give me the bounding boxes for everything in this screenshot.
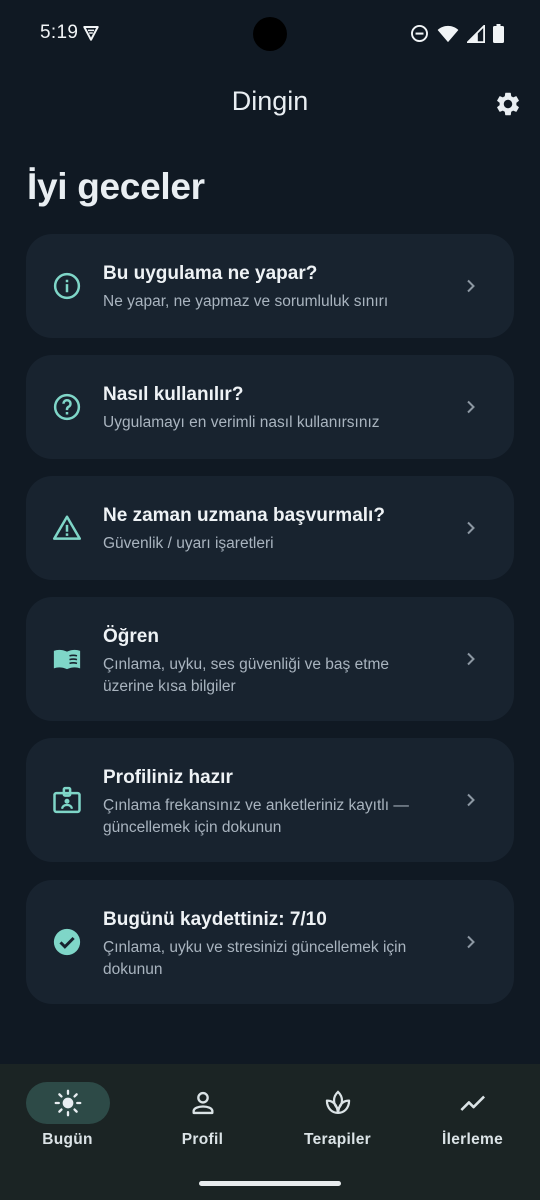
- nav-active-indicator: [26, 1082, 110, 1124]
- battery-icon: [493, 24, 504, 43]
- card-title: Öğren: [103, 626, 159, 647]
- card-subtitle: Çınlama, uyku ve stresinizi güncellemek …: [103, 939, 407, 978]
- card-subtitle: Güvenlik / uyarı işaretleri: [103, 535, 274, 552]
- greeting-heading: İyi geceler: [27, 166, 205, 207]
- spa-icon: [325, 1090, 351, 1115]
- book-icon: [52, 644, 82, 674]
- warning-icon: [52, 513, 82, 543]
- card-subtitle: Ne yapar, ne yapmaz ve sorumluluk sınırı: [103, 293, 389, 310]
- person-icon: [192, 1091, 214, 1115]
- info-icon: [52, 271, 82, 301]
- card-subtitle: Uygulamayı en verimli nasıl kullanırsını…: [103, 414, 380, 431]
- check-circle-icon: [52, 927, 82, 957]
- chevron-right-icon: [467, 652, 475, 666]
- chevron-right-icon: [467, 793, 475, 807]
- do-not-disturb-icon: [411, 25, 428, 42]
- status-time: 5:19: [40, 22, 79, 43]
- nav-label: Profil: [181, 1131, 224, 1148]
- cell-signal-icon: [467, 24, 485, 43]
- card-profile-ready[interactable]: Profiliniz hazır Çınlama frekansınız ve …: [26, 738, 514, 862]
- card-subtitle: Çınlama frekansınız ve anketleriniz kayı…: [103, 797, 409, 836]
- vpn-key-icon: [83, 26, 99, 41]
- screen: 5:19 Dingin İyi geceler Bu uygulama ne y…: [0, 0, 540, 1200]
- help-icon: [52, 392, 82, 422]
- nav-item-today[interactable]: Bugün: [0, 1064, 135, 1164]
- gear-icon[interactable]: [494, 90, 522, 118]
- nav-icon-container: [161, 1082, 245, 1124]
- wifi-icon: [437, 25, 459, 42]
- id-badge-icon: [52, 785, 82, 815]
- nav-label: Terapiler: [303, 1131, 372, 1148]
- card-subtitle: Çınlama, uyku, ses güvenliği ve baş etme…: [103, 656, 390, 695]
- app-title: Dingin: [231, 86, 309, 116]
- front-camera: [253, 17, 287, 51]
- nav-icon-container: [431, 1082, 515, 1124]
- chevron-right-icon: [467, 400, 475, 414]
- status-icons: [410, 24, 504, 43]
- sun-icon: [54, 1089, 82, 1117]
- nav-item-therapies[interactable]: Terapiler: [270, 1064, 405, 1164]
- card-title: Ne zaman uzmana başvurmalı?: [103, 505, 385, 526]
- card-title: Bugünü kaydettiniz: 7/10: [103, 909, 327, 930]
- nav-label: İlerleme: [442, 1131, 503, 1148]
- nav-icon-container: [296, 1082, 380, 1124]
- chevron-right-icon: [467, 279, 475, 293]
- card-what-it-does[interactable]: Bu uygulama ne yapar? Ne yapar, ne yapma…: [26, 234, 514, 338]
- home-indicator[interactable]: [199, 1181, 341, 1186]
- card-today-logged[interactable]: Bugünü kaydettiniz: 7/10 Çınlama, uyku v…: [26, 880, 514, 1004]
- card-title: Profiliniz hazır: [103, 767, 233, 788]
- chevron-right-icon: [467, 935, 475, 949]
- trending-up-icon: [460, 1095, 485, 1111]
- chevron-right-icon: [467, 521, 475, 535]
- card-when-to-see-specialist[interactable]: Ne zaman uzmana başvurmalı? Güvenlik / u…: [26, 476, 514, 580]
- card-title: Nasıl kullanılır?: [103, 384, 244, 405]
- bottom-navigation: Bugün Profil Terapiler İlerleme: [0, 1064, 540, 1200]
- nav-label: Bugün: [42, 1131, 93, 1148]
- nav-item-progress[interactable]: İlerleme: [405, 1064, 540, 1164]
- status-bar: 5:19: [0, 0, 540, 68]
- card-learn[interactable]: Öğren Çınlama, uyku, ses güvenliği ve ba…: [26, 597, 514, 721]
- nav-item-profile[interactable]: Profil: [135, 1064, 270, 1164]
- card-how-to-use[interactable]: Nasıl kullanılır? Uygulamayı en verimli …: [26, 355, 514, 459]
- card-title: Bu uygulama ne yapar?: [103, 263, 318, 284]
